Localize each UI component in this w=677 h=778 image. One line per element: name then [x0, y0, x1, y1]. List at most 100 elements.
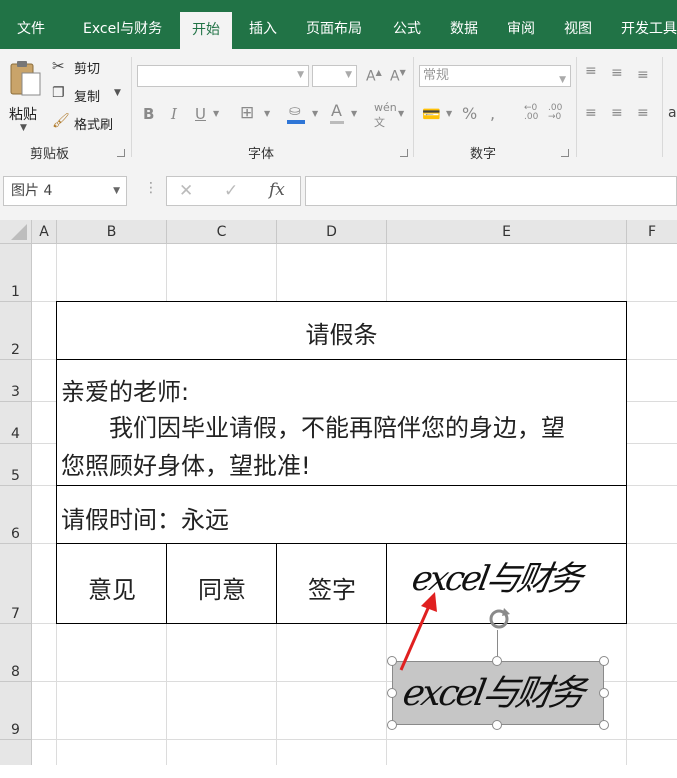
resize-handle[interactable] [599, 688, 609, 698]
name-box[interactable]: 图片 4 ▼ [3, 176, 127, 206]
formula-bar-grip-icon: ⋮ [144, 180, 158, 196]
decrease-decimal-icon[interactable]: .00 →0 [548, 104, 562, 122]
number-group-label: 数字 [470, 147, 497, 162]
red-arrow-icon [399, 592, 437, 671]
number-launcher-icon[interactable] [561, 149, 569, 157]
row-header-7[interactable]: 7 [0, 544, 31, 624]
align-middle-icon[interactable]: ≡ [611, 65, 623, 81]
decrease-font-icon[interactable]: A▼ [390, 68, 406, 85]
group-divider [413, 57, 414, 157]
resize-handle[interactable] [387, 688, 397, 698]
fill-color-button[interactable]: ⛀ [287, 103, 307, 125]
row-header-8[interactable]: 8 [0, 624, 31, 682]
cut-button[interactable]: ✂ 剪切 [52, 57, 112, 77]
tab-formulas[interactable]: 公式 [393, 0, 421, 49]
align-top-icon[interactable]: ≡ [585, 63, 597, 79]
column-header-e[interactable]: E [387, 220, 627, 243]
form-border [56, 301, 627, 302]
row-header-2[interactable]: 2 [0, 302, 31, 360]
group-divider [662, 57, 663, 157]
chevron-down-icon[interactable]: ▼ [398, 109, 404, 118]
tab-developer[interactable]: 开发工具 [621, 0, 677, 49]
font-launcher-icon[interactable] [400, 149, 408, 157]
enter-check-icon[interactable]: ✓ [224, 181, 238, 201]
tab-excel-finance[interactable]: Excel与财务 [83, 0, 162, 49]
formula-buttons: ✕ ✓ fx [166, 176, 301, 206]
select-all-triangle-icon [11, 224, 27, 240]
clipboard-group-label: 剪贴板 [30, 147, 70, 162]
chevron-down-icon[interactable]: ▼ [264, 109, 270, 118]
form-title[interactable]: 请假条 [56, 315, 627, 350]
name-box-value: 图片 4 [11, 183, 53, 199]
opinion-value[interactable]: 同意 [167, 570, 277, 605]
row-header-1[interactable]: 1 [0, 244, 31, 302]
orientation-icon[interactable]: ab [668, 105, 677, 121]
font-size-combo[interactable]: ▼ [312, 65, 357, 87]
paste-button[interactable]: 粘贴 ▼ [6, 57, 44, 137]
resize-handle[interactable] [387, 720, 397, 730]
column-header-b[interactable]: B [57, 220, 167, 243]
number-format-combo[interactable]: 常规 ▼ [419, 65, 571, 87]
cancel-icon[interactable]: ✕ [179, 181, 193, 201]
increase-decimal-icon[interactable]: ←0.00 [524, 104, 538, 122]
formula-input[interactable] [305, 176, 677, 206]
column-header-d[interactable]: D [277, 220, 387, 243]
form-border [56, 623, 627, 624]
body-line-1[interactable]: 我们因毕业请假，不能再陪伴您的身边，望 [109, 408, 565, 443]
tab-page-layout[interactable]: 页面布局 [306, 0, 362, 49]
phonetic-icon[interactable]: wén 文 [374, 101, 397, 130]
underline-button[interactable]: U [195, 105, 206, 123]
align-center-icon[interactable]: ≡ [611, 105, 623, 121]
paste-label: 粘贴 [9, 107, 37, 123]
clipboard-launcher-icon[interactable] [117, 149, 125, 157]
tab-view[interactable]: 视图 [564, 0, 592, 49]
rotate-connector [497, 630, 498, 656]
copy-icon: ❐ [52, 85, 65, 101]
tab-data[interactable]: 数据 [450, 0, 478, 49]
row-header-6[interactable]: 6 [0, 486, 31, 544]
format-painter-button[interactable]: 🖌 格式刷 [52, 113, 124, 133]
increase-font-icon[interactable]: A▲ [366, 68, 382, 85]
align-right-icon[interactable]: ≡ [637, 105, 649, 121]
tab-file[interactable]: 文件 [17, 0, 45, 49]
column-header-f[interactable]: F [627, 220, 677, 243]
chevron-down-icon[interactable]: ▼ [312, 109, 318, 118]
resize-handle[interactable] [599, 720, 609, 730]
currency-icon[interactable]: 💳 [422, 105, 441, 123]
percent-button[interactable]: % [462, 104, 477, 123]
column-header-c[interactable]: C [167, 220, 277, 243]
leave-time-text[interactable]: 请假时间：永远 [61, 500, 229, 535]
insert-function-button[interactable]: fx [269, 180, 285, 200]
bold-button[interactable]: B [143, 105, 154, 123]
chevron-down-icon[interactable]: ▼ [213, 109, 219, 118]
resize-handle[interactable] [492, 720, 502, 730]
row-header-4[interactable]: 4 [0, 402, 31, 444]
row-header-9[interactable]: 9 [0, 682, 31, 740]
resize-handle[interactable] [599, 656, 609, 666]
row-header-3[interactable]: 3 [0, 360, 31, 402]
font-color-icon: A [331, 101, 342, 120]
body-line-2[interactable]: 您照顾好身体，望批准! [61, 446, 311, 481]
chevron-down-icon[interactable]: ▼ [351, 109, 357, 118]
row-header-5[interactable]: 5 [0, 444, 31, 486]
copy-button[interactable]: ❐ 复制 ▼ [52, 85, 124, 105]
chevron-down-icon[interactable]: ▼ [113, 177, 120, 205]
greeting-text[interactable]: 亲爱的老师: [61, 372, 189, 407]
italic-button[interactable]: I [171, 105, 177, 123]
font-name-combo[interactable]: ▼ [137, 65, 309, 87]
tab-review[interactable]: 审阅 [507, 0, 535, 49]
resize-handle[interactable] [492, 656, 502, 666]
tab-home[interactable]: 开始 [180, 12, 232, 49]
column-header-a[interactable]: A [32, 220, 57, 243]
chevron-down-icon[interactable]: ▼ [446, 109, 452, 118]
opinion-label[interactable]: 意见 [57, 570, 167, 605]
rotate-handle-icon[interactable] [486, 606, 512, 632]
tab-insert[interactable]: 插入 [249, 0, 277, 49]
align-bottom-icon[interactable]: ≡ [637, 67, 649, 83]
select-all-button[interactable] [0, 220, 32, 243]
sign-label[interactable]: 签字 [277, 570, 387, 605]
borders-icon[interactable]: ⊞ [240, 103, 254, 123]
font-color-button[interactable]: A [330, 101, 346, 125]
align-left-icon[interactable]: ≡ [585, 105, 597, 121]
comma-style-icon[interactable]: , [490, 104, 495, 123]
